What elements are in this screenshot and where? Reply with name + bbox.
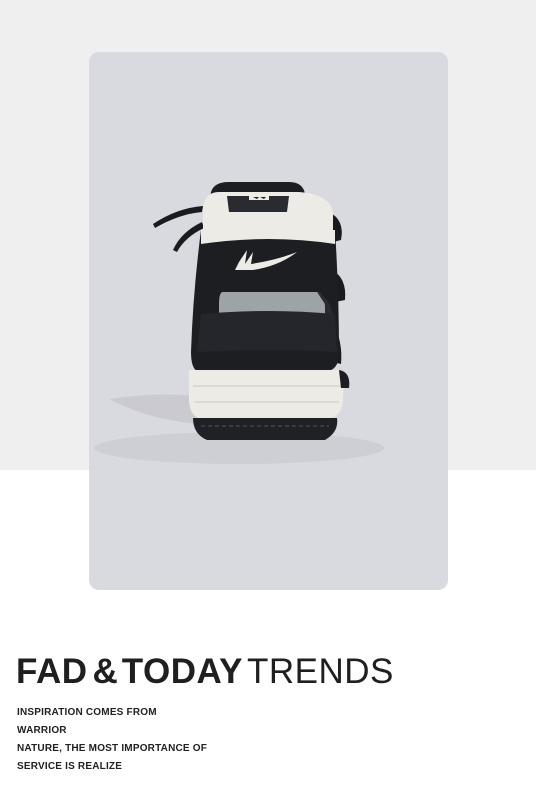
- tagline-line-2: WARRIOR: [17, 725, 67, 736]
- heel-counter: [197, 311, 337, 352]
- outsole: [193, 418, 338, 440]
- lace-strand-left: [153, 206, 203, 228]
- headline-today: TODAY: [121, 652, 243, 691]
- headline-ampersand: &: [92, 652, 118, 691]
- sneaker-illustration: [94, 182, 384, 464]
- tagline-line-4: SERVICE IS REALIZE: [17, 761, 123, 772]
- headline-trends: TRENDS: [246, 652, 394, 691]
- tagline-line-3: NATURE, THE MOST IMPORTANCE OF: [17, 743, 208, 754]
- tagline-line-1: INSPIRATION COMES FROM: [17, 707, 157, 718]
- reflective-panel: [219, 292, 325, 314]
- tongue-label: [249, 192, 269, 200]
- side-shadow: [109, 394, 199, 424]
- tagline: INSPIRATION COMES FROM WARRIOR NATURE, T…: [17, 704, 317, 776]
- midsole: [189, 370, 344, 418]
- product-photo-card: [89, 52, 448, 590]
- headline-fad: FAD: [16, 652, 88, 691]
- headline: FAD & TODAY TRENDS: [16, 652, 526, 696]
